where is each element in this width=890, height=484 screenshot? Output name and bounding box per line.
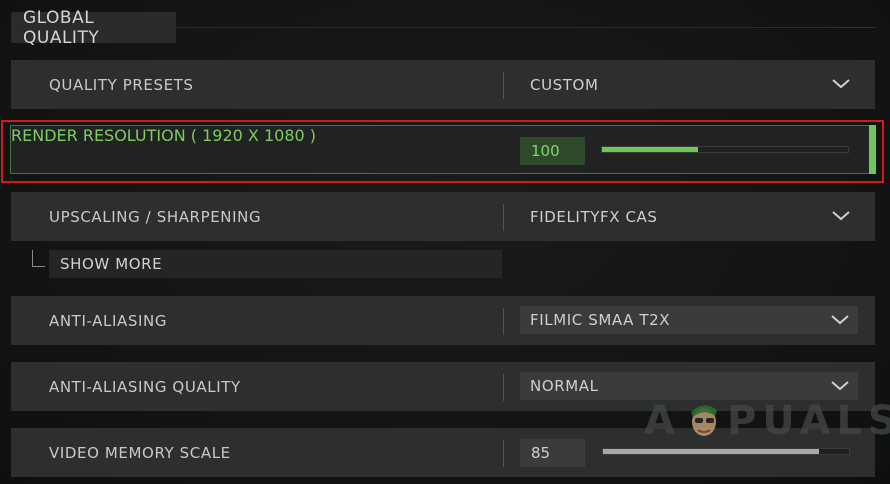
quality-presets-label: QUALITY PRESETS: [49, 75, 194, 94]
watermark-text-right: PUALS: [726, 398, 890, 444]
row-divider: [503, 72, 504, 99]
red-highlight-box: [1, 120, 884, 183]
row-divider: [503, 440, 504, 467]
quality-presets-row[interactable]: QUALITY PRESETS CUSTOM: [11, 60, 875, 109]
anti-aliasing-label: ANTI-ALIASING: [49, 311, 168, 330]
video-memory-scale-slider[interactable]: [602, 448, 850, 455]
watermark-text-left: A: [644, 398, 681, 444]
video-memory-scale-slider-fill: [603, 449, 820, 454]
anti-aliasing-value: FILMIC SMAA T2X: [530, 311, 671, 329]
quality-presets-value[interactable]: CUSTOM: [530, 60, 599, 109]
anti-aliasing-quality-label: ANTI-ALIASING QUALITY: [49, 377, 241, 396]
video-memory-scale-label: VIDEO MEMORY SCALE: [49, 443, 231, 462]
anti-aliasing-row[interactable]: ANTI-ALIASING FILMIC SMAA T2X: [11, 296, 875, 345]
anti-aliasing-quality-value: NORMAL: [530, 377, 599, 395]
row-divider: [503, 308, 504, 335]
video-memory-scale-value-box[interactable]: 85: [520, 439, 585, 467]
upscaling-label: UPSCALING / SHARPENING: [49, 207, 262, 226]
upscaling-value[interactable]: FIDELITYFX CAS: [530, 192, 658, 241]
anti-aliasing-dropdown[interactable]: FILMIC SMAA T2X: [520, 306, 858, 334]
watermark-logo: A PUALS: [644, 398, 890, 444]
show-more-label: SHOW MORE: [60, 255, 163, 273]
chevron-down-icon[interactable]: [830, 311, 850, 329]
chevron-down-icon[interactable]: [830, 377, 850, 395]
video-memory-scale-value: 85: [531, 444, 551, 462]
chevron-down-icon[interactable]: [831, 75, 851, 93]
mascot-icon: [690, 405, 717, 436]
row-divider: [503, 374, 504, 401]
header-divider: [176, 27, 876, 28]
row-divider: [503, 204, 504, 231]
section-title: GLOBAL QUALITY: [11, 8, 176, 48]
show-more-button[interactable]: SHOW MORE: [49, 250, 502, 278]
upscaling-row[interactable]: UPSCALING / SHARPENING FIDELITYFX CAS: [11, 192, 875, 241]
anti-aliasing-quality-dropdown[interactable]: NORMAL: [520, 372, 858, 400]
bracket-icon: [32, 250, 45, 267]
chevron-down-icon[interactable]: [831, 207, 851, 225]
